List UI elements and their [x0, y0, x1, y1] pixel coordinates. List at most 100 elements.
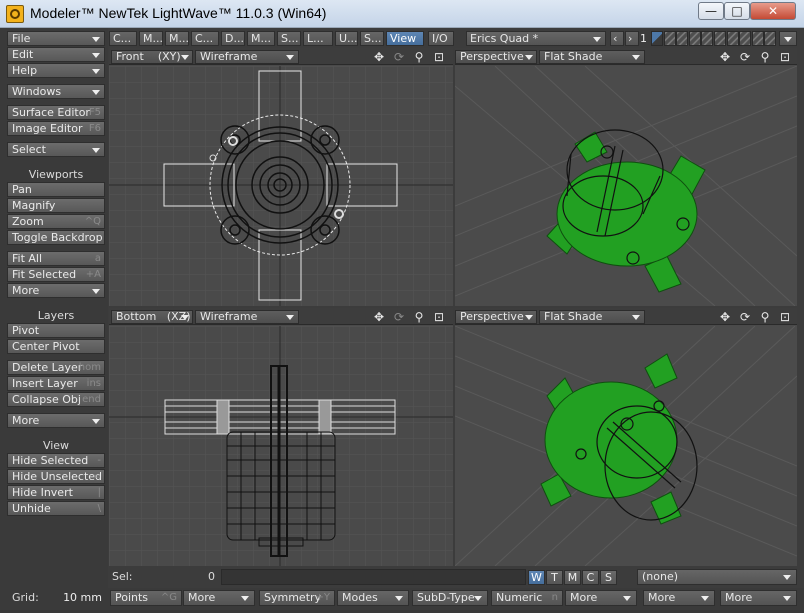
- tab-11[interactable]: View: [386, 31, 424, 46]
- zoom-button[interactable]: Zoom ^Q: [7, 214, 105, 229]
- symmetry-button[interactable]: Symmetry +Y: [259, 590, 335, 606]
- move-view-icon[interactable]: ✥: [717, 50, 733, 64]
- tab-4[interactable]: C...: [191, 31, 219, 46]
- image-editor-button[interactable]: Image Editor F6: [7, 121, 105, 136]
- tab-5[interactable]: D...: [221, 31, 245, 46]
- mode-button-s[interactable]: S: [600, 570, 617, 585]
- modes-menu[interactable]: Modes: [337, 590, 409, 606]
- mode-button-c[interactable]: C: [582, 570, 599, 585]
- rotate-view-icon[interactable]: ⟳: [391, 50, 407, 64]
- points-more-menu[interactable]: More: [183, 590, 255, 606]
- mode-button-m[interactable]: M: [564, 570, 581, 585]
- hide-invert-button[interactable]: Hide Invert |: [7, 485, 105, 500]
- view-header: View: [42, 439, 70, 452]
- zoom-view-icon[interactable]: ⚲: [757, 50, 773, 64]
- render-mode-select[interactable]: Wireframe: [195, 310, 299, 324]
- maximize-button[interactable]: □: [724, 2, 750, 20]
- windows-menu[interactable]: Windows: [7, 84, 105, 99]
- layer-slot[interactable]: [764, 31, 777, 46]
- layer-bank-menu[interactable]: [779, 31, 797, 46]
- tab-3[interactable]: M...: [165, 31, 189, 46]
- zoom-view-icon[interactable]: ⚲: [411, 50, 427, 64]
- viewports-more-menu[interactable]: More: [7, 283, 105, 298]
- status-message: [221, 569, 526, 585]
- numeric-button[interactable]: Numeric n: [491, 590, 563, 606]
- mode-button-t[interactable]: T: [546, 570, 563, 585]
- hide-unselected-button[interactable]: Hide Unselected =: [7, 469, 105, 484]
- hide-selected-button[interactable]: Hide Selected -: [7, 453, 105, 468]
- view-type-select[interactable]: Front (XY): [111, 50, 193, 64]
- move-view-icon[interactable]: ✥: [717, 310, 733, 324]
- layers-more-menu[interactable]: More: [7, 413, 105, 428]
- more-menu-1[interactable]: More: [565, 590, 637, 606]
- viewport-bottom[interactable]: Bottom (XZ) Wireframe ✥ ⟳ ⚲ ⊡: [109, 308, 453, 566]
- more-menu-2[interactable]: More: [643, 590, 715, 606]
- magnify-button[interactable]: Magnify: [7, 198, 105, 213]
- view-type-select[interactable]: Bottom (XZ): [111, 310, 193, 324]
- tab-10[interactable]: S...: [360, 31, 384, 46]
- app-icon[interactable]: [6, 5, 24, 23]
- layer-prev-button[interactable]: ‹: [610, 31, 624, 46]
- layer-slot[interactable]: [751, 31, 764, 46]
- surface-editor-button[interactable]: Surface Editor F5: [7, 105, 105, 120]
- surface-select[interactable]: (none): [637, 569, 797, 585]
- zoom-view-icon[interactable]: ⚲: [411, 310, 427, 324]
- zoom-view-icon[interactable]: ⚲: [757, 310, 773, 324]
- toggle-backdrop-button[interactable]: Toggle Backdrop: [7, 230, 105, 245]
- layer-slot[interactable]: [739, 31, 752, 46]
- more-menu-3[interactable]: More: [720, 590, 797, 606]
- layer-slot[interactable]: [726, 31, 739, 46]
- tab-6[interactable]: M...: [247, 31, 275, 46]
- help-menu[interactable]: Help: [7, 63, 105, 78]
- layer-slot[interactable]: [688, 31, 701, 46]
- delete-layer-button[interactable]: Delete Layer hom: [7, 360, 105, 375]
- maximize-view-icon[interactable]: ⊡: [431, 50, 447, 64]
- tab-7[interactable]: S...: [277, 31, 301, 46]
- center-pivot-button[interactable]: Center Pivot: [7, 339, 105, 354]
- unhide-button[interactable]: Unhide \: [7, 501, 105, 516]
- file-menu[interactable]: File: [7, 31, 105, 46]
- layer-slot[interactable]: [701, 31, 714, 46]
- subd-type-menu[interactable]: SubD-Type: [412, 590, 488, 606]
- layer-slot[interactable]: [663, 31, 676, 46]
- rotate-view-icon[interactable]: ⟳: [737, 50, 753, 64]
- points-button[interactable]: Points ^G: [110, 590, 182, 606]
- tab-2[interactable]: M...: [139, 31, 163, 46]
- mode-button-w[interactable]: W: [528, 570, 545, 585]
- layer-slot[interactable]: [676, 31, 689, 46]
- select-menu[interactable]: Select: [7, 142, 105, 157]
- close-button[interactable]: ✕: [750, 2, 796, 20]
- view-type-select[interactable]: Perspective: [455, 50, 537, 64]
- move-view-icon[interactable]: ✥: [371, 310, 387, 324]
- render-mode-select[interactable]: Flat Shade: [539, 50, 645, 64]
- render-mode-select[interactable]: Flat Shade: [539, 310, 645, 324]
- fit-all-button[interactable]: Fit All a: [7, 251, 105, 266]
- viewport-perspective-bottom[interactable]: Perspective Flat Shade ✥ ⟳ ⚲ ⊡: [455, 308, 797, 566]
- layout-preset-select[interactable]: Erics Quad *: [466, 31, 606, 46]
- insert-layer-button[interactable]: Insert Layer ins: [7, 376, 105, 391]
- layer-bank[interactable]: [651, 31, 777, 46]
- view-type-select[interactable]: Perspective: [455, 310, 537, 324]
- tab-1[interactable]: C...: [109, 31, 137, 46]
- maximize-view-icon[interactable]: ⊡: [777, 310, 793, 324]
- tab-12[interactable]: I/O: [428, 31, 454, 46]
- viewport-front[interactable]: Front (XY) Wireframe ✥ ⟳ ⚲ ⊡: [109, 48, 453, 306]
- fit-selected-button[interactable]: Fit Selected +A: [7, 267, 105, 282]
- layer-slot[interactable]: [714, 31, 726, 46]
- collapse-obj-button[interactable]: Collapse Obj end: [7, 392, 105, 407]
- render-mode-select[interactable]: Wireframe: [195, 50, 299, 64]
- pivot-button[interactable]: Pivot: [7, 323, 105, 338]
- rotate-view-icon[interactable]: ⟳: [737, 310, 753, 324]
- viewport-perspective-top[interactable]: Perspective Flat Shade ✥ ⟳ ⚲ ⊡: [455, 48, 797, 306]
- maximize-view-icon[interactable]: ⊡: [777, 50, 793, 64]
- minimize-button[interactable]: —: [698, 2, 724, 20]
- layer-slot[interactable]: [651, 31, 663, 46]
- tab-9[interactable]: U...: [335, 31, 358, 46]
- edit-menu[interactable]: Edit: [7, 47, 105, 62]
- pan-button[interactable]: Pan: [7, 182, 105, 197]
- rotate-view-icon[interactable]: ⟳: [391, 310, 407, 324]
- layer-next-button[interactable]: ›: [625, 31, 639, 46]
- tab-8[interactable]: L...: [303, 31, 333, 46]
- maximize-view-icon[interactable]: ⊡: [431, 310, 447, 324]
- move-view-icon[interactable]: ✥: [371, 50, 387, 64]
